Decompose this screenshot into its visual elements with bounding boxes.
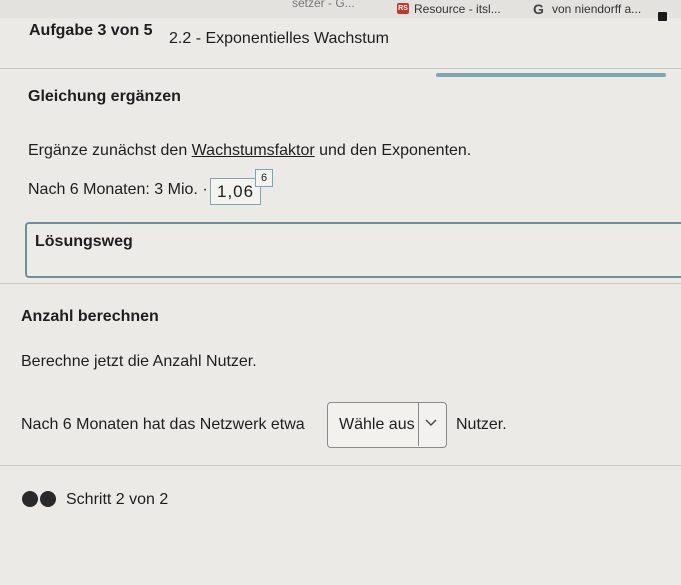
section-title-anzahl: Anzahl berechnen	[21, 308, 159, 325]
google-favicon-icon: G	[533, 1, 544, 17]
header-divider	[0, 68, 681, 69]
loesungsweg-label[interactable]: Lösungsweg	[35, 233, 133, 251]
chevron-down-icon[interactable]	[423, 418, 439, 428]
instruction-text: Ergänze zunächst den Wachstumsfaktor und…	[28, 142, 471, 160]
select-divider	[418, 402, 419, 446]
bookmark-item-resource[interactable]: Resource - itsl...	[414, 2, 501, 16]
task-counter: Aufgabe 3 von 5	[29, 22, 153, 39]
instruction-prefix: Ergänze zunächst den	[28, 142, 192, 159]
wachstumsfaktor-link[interactable]: Wachstumsfaktor	[192, 142, 315, 159]
step-indicator-label: Schritt 2 von 2	[66, 491, 169, 508]
section-divider	[0, 283, 681, 284]
footer-divider	[0, 465, 681, 466]
instruction-suffix: und den Exponenten.	[314, 142, 472, 159]
section-title-gleichung: Gleichung ergänzen	[28, 88, 181, 105]
step-dot-1[interactable]	[22, 491, 38, 507]
select-placeholder: Wähle aus	[339, 416, 415, 433]
sentence-suffix: Nutzer.	[456, 416, 507, 433]
step-dot-2[interactable]	[40, 491, 56, 507]
instruction-anzahl: Berechne jetzt die Anzahl Nutzer.	[21, 353, 257, 370]
sentence-prefix: Nach 6 Monaten hat das Netzwerk etwa	[21, 416, 305, 433]
bookmark-item-niendorff[interactable]: von niendorff a...	[552, 2, 641, 16]
bookmark-overflow-icon[interactable]	[658, 12, 667, 21]
equation-prefix: Nach 6 Monaten: 3 Mio. ·	[28, 181, 208, 198]
resource-favicon-icon: RS	[397, 3, 409, 14]
progress-bar	[436, 73, 666, 77]
exponent-value: 6	[260, 172, 268, 184]
bookmark-item-1[interactable]: setzer - G...	[292, 0, 355, 10]
task-title: 2.2 - Exponentielles Wachstum	[169, 30, 389, 47]
growth-factor-value: 1,06	[217, 182, 255, 201]
growth-factor-input[interactable]: 1,06	[210, 178, 262, 205]
exponent-input[interactable]: 6	[255, 169, 273, 187]
